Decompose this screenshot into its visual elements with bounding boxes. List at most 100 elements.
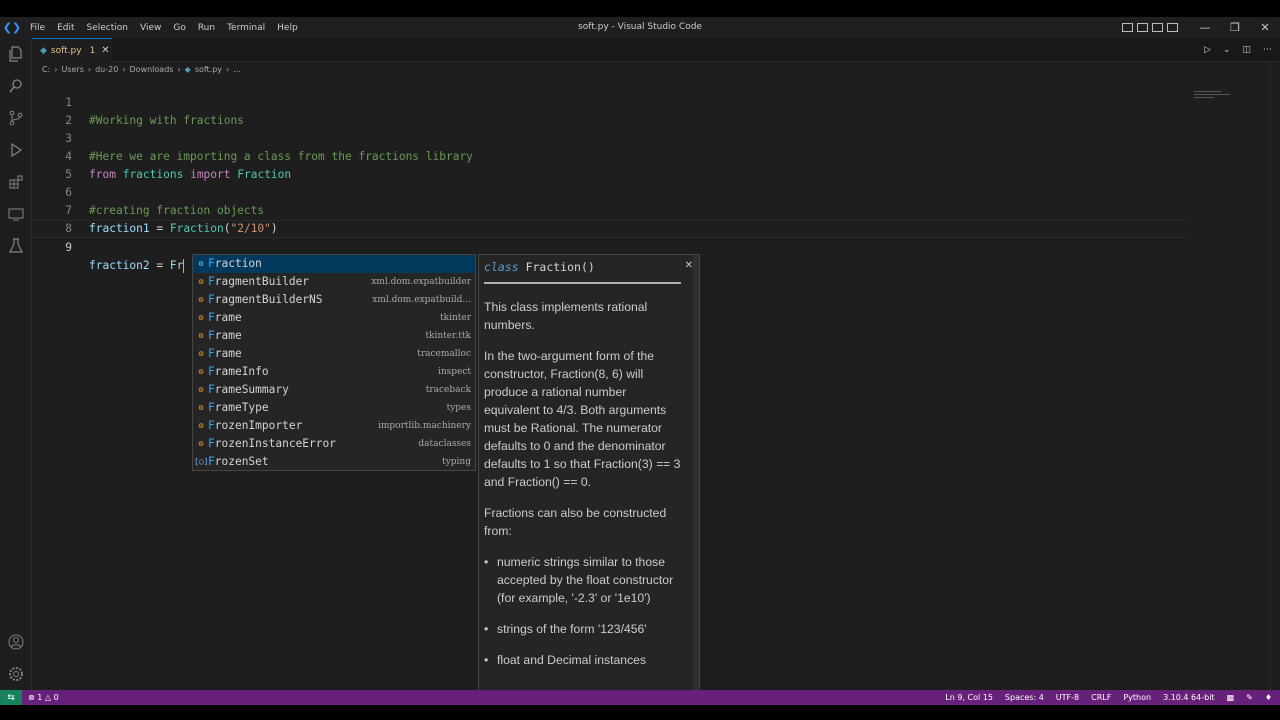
tab-soft-py[interactable]: ◆ soft.py 1 ✕ bbox=[32, 38, 112, 62]
suggestion-item[interactable]: ⚙ Frame tkinter bbox=[193, 309, 475, 327]
code-text: fraction2 = Fr bbox=[89, 259, 185, 273]
feedback-icon[interactable]: ✎ bbox=[1246, 693, 1253, 702]
toggle-sidebar-icon[interactable] bbox=[1122, 23, 1133, 32]
tab-problem-count: 1 bbox=[89, 45, 96, 56]
breadcrumb-users[interactable]: Users bbox=[61, 65, 83, 74]
menu-edit[interactable]: Edit bbox=[51, 23, 80, 33]
docs-list-item: float and Decimal instances bbox=[484, 651, 684, 669]
breadcrumb-drive[interactable]: C: bbox=[42, 65, 50, 74]
menu-go[interactable]: Go bbox=[167, 23, 191, 33]
menu-help[interactable]: Help bbox=[271, 23, 304, 33]
class-icon: ⚙ bbox=[198, 367, 204, 376]
suggestion-item[interactable]: ⚙ FrozenImporter importlib.machinery bbox=[193, 417, 475, 435]
suggestion-item[interactable]: ⚙ FrameSummary traceback bbox=[193, 381, 475, 399]
suggestion-item[interactable]: ⚙ FrameInfo inspect bbox=[193, 363, 475, 381]
breadcrumb-user[interactable]: du-20 bbox=[95, 65, 118, 74]
code-line: 3 #Here we are importing a class from th… bbox=[32, 112, 1190, 163]
docs-list-item: strings of the form '123/456' bbox=[484, 620, 684, 638]
suggestion-item[interactable]: ⚙ FrameType types bbox=[193, 399, 475, 417]
suggestion-item[interactable]: ⚙ Fraction bbox=[193, 255, 475, 273]
docs-list-item: numeric strings similar to those accepte… bbox=[484, 553, 684, 607]
suggestion-item[interactable]: ⚙ Frame tracemalloc bbox=[193, 345, 475, 363]
class-icon: ⚙ bbox=[198, 277, 204, 286]
testing-icon[interactable] bbox=[0, 230, 32, 262]
docs-list: numeric strings similar to those accepte… bbox=[484, 553, 684, 669]
problems-indicator[interactable]: ⊗ 1 △ 0 bbox=[28, 693, 59, 702]
divider bbox=[484, 282, 681, 284]
docs-body: This class implements rational numbers. … bbox=[484, 298, 684, 682]
suggestion-details-panel: class Fraction() ✕ This class implements… bbox=[478, 254, 700, 705]
layout-controls bbox=[1122, 23, 1178, 32]
autocomplete-list: ⚙ Fraction ⚙ FragmentBuilder xml.dom.exp… bbox=[192, 254, 476, 471]
class-icon: ⚙ bbox=[198, 349, 204, 358]
explorer-icon[interactable] bbox=[0, 38, 32, 70]
accounts-icon[interactable] bbox=[0, 626, 32, 658]
breadcrumb-downloads[interactable]: Downloads bbox=[130, 65, 174, 74]
warning-count: 0 bbox=[53, 693, 59, 702]
restore-button[interactable]: ❐ bbox=[1220, 21, 1250, 34]
more-actions-icon[interactable]: ⋯ bbox=[1263, 45, 1272, 55]
language-mode[interactable]: Python bbox=[1123, 693, 1151, 702]
code-line: 2 bbox=[32, 94, 1190, 127]
menu-view[interactable]: View bbox=[134, 23, 167, 33]
vscode-window: ❮❯ File Edit Selection View Go Run Termi… bbox=[0, 17, 1280, 705]
details-scrollbar[interactable] bbox=[693, 255, 699, 704]
python-file-icon: ◆ bbox=[40, 45, 47, 56]
customize-layout-icon[interactable] bbox=[1167, 23, 1178, 32]
warning-icon: △ bbox=[44, 693, 52, 702]
bell-icon[interactable]: ♦ bbox=[1265, 693, 1272, 702]
cursor-position[interactable]: Ln 9, Col 15 bbox=[945, 693, 993, 702]
vscode-logo-icon: ❮❯ bbox=[2, 21, 22, 34]
extensions-icon[interactable] bbox=[0, 166, 32, 198]
menu-terminal[interactable]: Terminal bbox=[221, 23, 271, 33]
tab-bar: ◆ soft.py 1 ✕ ▷ ⌄ ◫ ⋯ bbox=[32, 38, 1280, 62]
run-file-icon[interactable]: ▷ bbox=[1204, 45, 1211, 55]
suggestion-item[interactable]: [○] FrozenSet typing bbox=[193, 453, 475, 471]
close-window-button[interactable]: ✕ bbox=[1250, 21, 1280, 34]
end-of-line[interactable]: CRLF bbox=[1091, 693, 1111, 702]
class-icon: ⚙ bbox=[198, 403, 204, 412]
code-line: 4 from fractions import Fraction bbox=[32, 130, 1190, 181]
suggestion-item[interactable]: ⚙ FrozenInstanceError dataclasses bbox=[193, 435, 475, 453]
minimap[interactable] bbox=[1194, 91, 1234, 105]
indentation[interactable]: Spaces: 4 bbox=[1005, 693, 1044, 702]
error-icon: ⊗ bbox=[28, 693, 35, 702]
menu-file[interactable]: File bbox=[24, 23, 51, 33]
python-interpreter[interactable]: 3.10.4 64-bit bbox=[1163, 693, 1215, 702]
remote-explorer-icon[interactable] bbox=[0, 198, 32, 230]
toggle-panel-icon[interactable] bbox=[1137, 23, 1148, 32]
menu-run[interactable]: Run bbox=[192, 23, 221, 33]
breadcrumb-symbols[interactable]: ... bbox=[233, 65, 241, 74]
class-icon: ⚙ bbox=[198, 259, 204, 268]
suggestion-item[interactable]: ⚙ FragmentBuilderNS xml.dom.expatbuild..… bbox=[193, 291, 475, 309]
toggle-secondary-sidebar-icon[interactable] bbox=[1152, 23, 1163, 32]
close-tab-icon[interactable]: ✕ bbox=[101, 45, 109, 56]
code-line: 1 #Working with fractions bbox=[32, 76, 1190, 127]
manage-gear-icon[interactable] bbox=[0, 658, 32, 690]
reference-icon: [○] bbox=[194, 457, 209, 466]
code-line: 8 bbox=[32, 202, 1190, 235]
current-code-line: 9 fraction2 = Fr bbox=[32, 220, 1190, 273]
suggestion-item[interactable]: ⚙ Frame tkinter.ttk bbox=[193, 327, 475, 345]
python-file-icon: ◆ bbox=[184, 64, 191, 74]
signature: class Fraction() bbox=[484, 260, 595, 274]
remote-indicator-icon[interactable]: ⇆ bbox=[0, 690, 22, 705]
suggestion-item[interactable]: ⚙ FragmentBuilder xml.dom.expatbuilder bbox=[193, 273, 475, 291]
breadcrumb-file[interactable]: soft.py bbox=[195, 65, 222, 74]
line-number: 9 bbox=[65, 241, 72, 254]
encoding[interactable]: UTF-8 bbox=[1056, 693, 1079, 702]
chevron-down-icon[interactable]: ⌄ bbox=[1223, 45, 1231, 55]
menu-selection[interactable]: Selection bbox=[81, 23, 134, 33]
search-icon[interactable] bbox=[0, 70, 32, 102]
tab-label: soft.py bbox=[50, 45, 82, 56]
extension-icon[interactable]: ▩ bbox=[1227, 693, 1235, 702]
editor-scrollbar[interactable] bbox=[1270, 62, 1280, 690]
split-editor-icon[interactable]: ◫ bbox=[1242, 45, 1251, 55]
class-icon: ⚙ bbox=[198, 331, 204, 340]
run-debug-icon[interactable] bbox=[0, 134, 32, 166]
minimize-button[interactable]: — bbox=[1190, 21, 1220, 34]
close-icon[interactable]: ✕ bbox=[685, 257, 693, 275]
source-control-icon[interactable] bbox=[0, 102, 32, 134]
docs-paragraph: This class implements rational numbers. bbox=[484, 300, 648, 332]
code-line: 6 #creating fraction objects bbox=[32, 166, 1190, 217]
